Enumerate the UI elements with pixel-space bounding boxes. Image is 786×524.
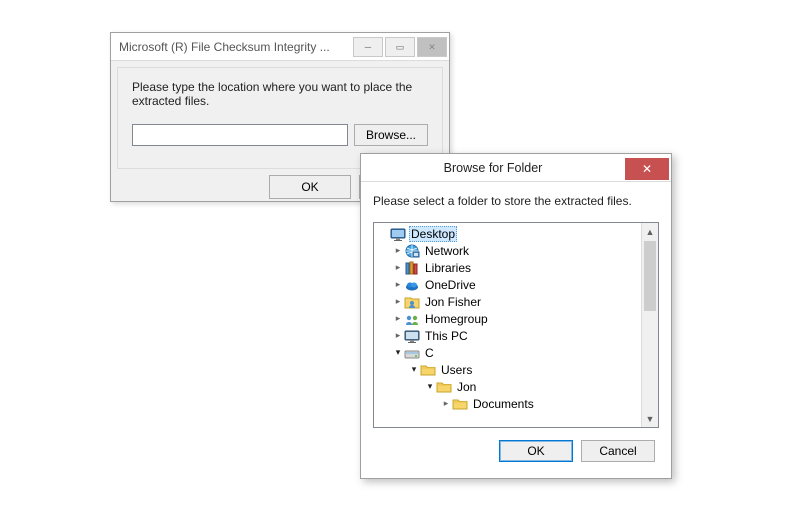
browse-title: Browse for Folder xyxy=(361,161,625,175)
extract-path-input[interactable] xyxy=(132,124,348,146)
tree-node[interactable]: ▸ Network xyxy=(374,242,641,259)
browse-cancel-button[interactable]: Cancel xyxy=(581,440,655,462)
tree-node-label: Homegroup xyxy=(423,312,490,326)
user-icon xyxy=(404,294,420,310)
chevron-right-icon[interactable]: ▸ xyxy=(392,330,404,341)
tree-node[interactable]: ▾ Users xyxy=(374,361,641,378)
browse-instruction: Please select a folder to store the extr… xyxy=(373,194,659,208)
tree-node-label: Libraries xyxy=(423,261,473,275)
tree-node-label: Users xyxy=(439,363,474,377)
tree-node-label: Network xyxy=(423,244,471,258)
scroll-thumb[interactable] xyxy=(644,241,656,311)
chevron-down-icon[interactable]: ▾ xyxy=(424,381,436,392)
tree-node-label: Desktop xyxy=(409,226,457,242)
chevron-right-icon[interactable]: ▸ xyxy=(392,296,404,307)
thispc-icon xyxy=(404,328,420,344)
homegroup-icon xyxy=(404,311,420,327)
tree-node[interactable]: ▸ Homegroup xyxy=(374,310,641,327)
tree-node-label: C xyxy=(423,346,436,360)
browse-dialog: Browse for Folder ✕ Please select a fold… xyxy=(360,153,672,479)
scroll-up-arrow-icon[interactable]: ▲ xyxy=(642,223,658,240)
vertical-scrollbar[interactable]: ▲ ▼ xyxy=(641,223,658,427)
chevron-right-icon[interactable]: ▸ xyxy=(392,245,404,256)
tree-node[interactable]: ▸ This PC xyxy=(374,327,641,344)
close-button[interactable]: ✕ xyxy=(417,37,447,57)
chevron-down-icon[interactable]: ▾ xyxy=(392,347,404,358)
drive-icon xyxy=(404,345,420,361)
chevron-right-icon[interactable]: ▸ xyxy=(392,313,404,324)
extract-ok-button[interactable]: OK xyxy=(269,175,351,199)
onedrive-icon xyxy=(404,277,420,293)
extract-instruction: Please type the location where you want … xyxy=(132,80,428,108)
desktop-icon xyxy=(390,226,406,242)
chevron-right-icon[interactable]: ▸ xyxy=(440,398,452,409)
network-icon xyxy=(404,243,420,259)
browse-titlebar[interactable]: Browse for Folder ✕ xyxy=(361,154,671,182)
tree-node-label: Jon Fisher xyxy=(423,295,483,309)
tree-node[interactable]: Desktop xyxy=(374,225,641,242)
chevron-right-icon[interactable]: ▸ xyxy=(392,262,404,273)
close-icon: ✕ xyxy=(642,162,652,176)
extract-titlebar[interactable]: Microsoft (R) File Checksum Integrity ..… xyxy=(111,33,449,61)
folder-icon xyxy=(452,396,468,412)
tree-node-label: Jon xyxy=(455,380,478,394)
tree-node[interactable]: ▾ Jon xyxy=(374,378,641,395)
browse-close-button[interactable]: ✕ xyxy=(625,158,669,180)
folder-icon xyxy=(420,362,436,378)
maximize-button[interactable]: ▭ xyxy=(385,37,415,57)
chevron-right-icon[interactable]: ▸ xyxy=(392,279,404,290)
scroll-down-arrow-icon[interactable]: ▼ xyxy=(642,410,658,427)
minimize-button[interactable]: ─ xyxy=(353,37,383,57)
tree-node[interactable]: ▸ OneDrive xyxy=(374,276,641,293)
folder-icon xyxy=(436,379,452,395)
tree-node-label: Documents xyxy=(471,397,536,411)
folder-tree[interactable]: Desktop ▸ Network ▸ Libraries ▸ OneDrive ▸ Jon F… xyxy=(374,223,641,427)
browse-button[interactable]: Browse... xyxy=(354,124,428,146)
tree-node-label: This PC xyxy=(423,329,470,343)
libraries-icon xyxy=(404,260,420,276)
folder-tree-container: Desktop ▸ Network ▸ Libraries ▸ OneDrive ▸ Jon F… xyxy=(373,222,659,428)
tree-node[interactable]: ▸ Documents xyxy=(374,395,641,412)
browse-ok-button[interactable]: OK xyxy=(499,440,573,462)
tree-node-label: OneDrive xyxy=(423,278,478,292)
tree-node[interactable]: ▸ Libraries xyxy=(374,259,641,276)
tree-node[interactable]: ▾C xyxy=(374,344,641,361)
chevron-down-icon[interactable]: ▾ xyxy=(408,364,420,375)
extract-title: Microsoft (R) File Checksum Integrity ..… xyxy=(119,40,353,54)
tree-node[interactable]: ▸ Jon Fisher xyxy=(374,293,641,310)
